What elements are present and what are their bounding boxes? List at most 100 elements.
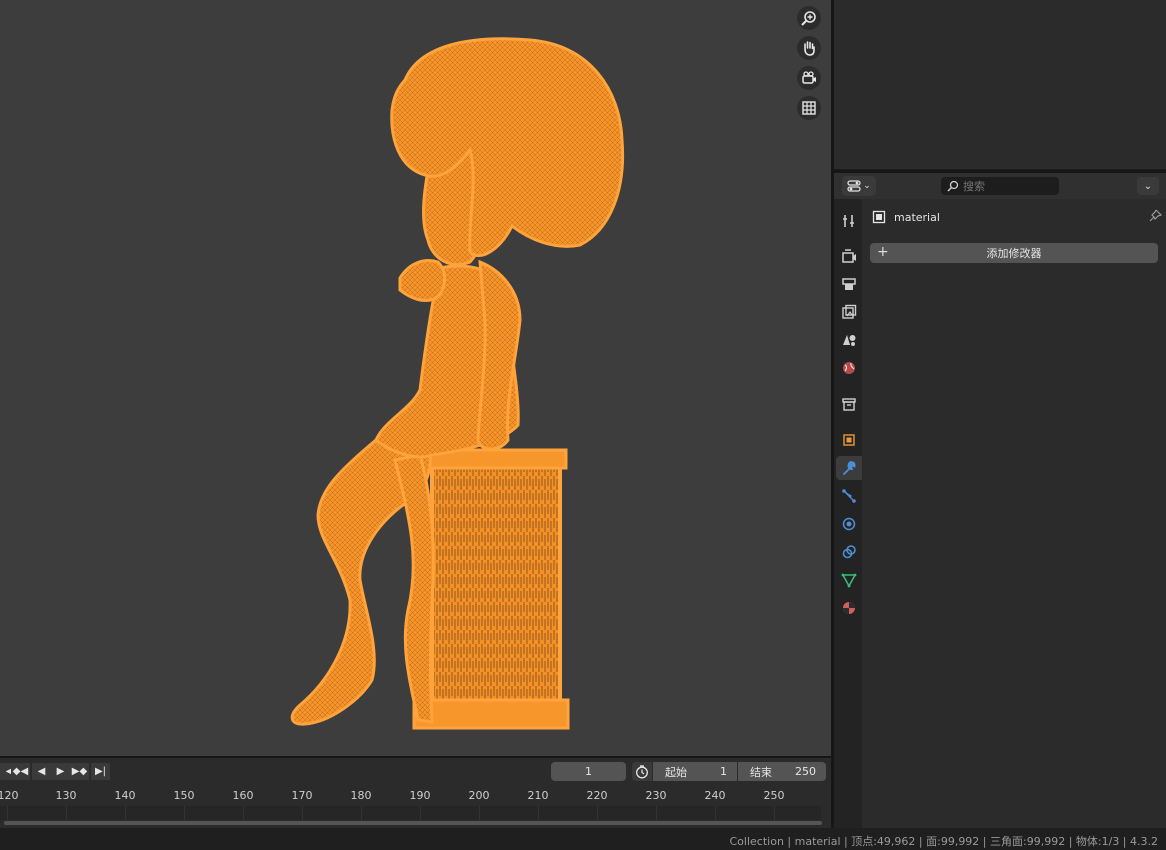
material-icon <box>843 602 855 614</box>
frame-grid-line <box>124 806 126 820</box>
tab-material[interactable] <box>836 596 862 620</box>
tab-render[interactable] <box>836 244 862 268</box>
frame-tick-label: 150 <box>173 789 195 802</box>
pan-hand-icon[interactable] <box>797 36 821 60</box>
zoom-icon[interactable] <box>797 6 821 30</box>
end-frame-label: 结束 <box>750 765 772 779</box>
render-icon <box>842 249 856 263</box>
tab-output[interactable] <box>836 272 862 296</box>
output-icon <box>842 278 856 290</box>
play-button[interactable]: ▶ <box>51 763 70 780</box>
search-icon <box>947 180 959 192</box>
chevron-down-icon: ⌄ <box>863 181 871 191</box>
frame-tick-label: 240 <box>704 789 726 802</box>
chevron-down-icon: ⌄ <box>1143 180 1153 192</box>
timeline-editor: ◀ ◆◀ ◀ ▶ ▶◆ ▶| 1 起始 1 结束 250 120 130 140 15… <box>0 756 831 828</box>
physics-icon <box>842 517 856 531</box>
start-frame-field[interactable]: 起始 1 <box>653 762 737 781</box>
ortho-grid-icon[interactable] <box>797 96 821 120</box>
prev-keyframe-button[interactable]: ◆◀ <box>11 763 30 780</box>
frame-tick-label: 210 <box>527 789 549 802</box>
frame-grid-line <box>596 806 598 820</box>
jump-end-button[interactable]: ▶| <box>91 763 110 780</box>
tab-collection[interactable] <box>836 392 862 416</box>
frame-grid-line <box>183 806 185 820</box>
frame-tick-label: 220 <box>586 789 608 802</box>
mesh-data-icon <box>841 573 857 588</box>
tool-icon <box>843 215 854 227</box>
object-icon <box>872 210 886 224</box>
frame-grid-line <box>6 806 8 820</box>
frame-tick-label: 120 <box>0 789 19 802</box>
properties-header: ⌄ ⌄ <box>834 173 1166 199</box>
frame-grid-line <box>655 806 657 820</box>
tab-view-layer[interactable] <box>836 300 862 324</box>
tab-object[interactable] <box>836 428 862 452</box>
selected-model-wireframe[interactable] <box>0 0 831 756</box>
timeline-header: ◀ ◆◀ ◀ ▶ ▶◆ ▶| 1 起始 1 结束 250 <box>0 758 831 784</box>
play-reverse-button[interactable]: ◀ <box>32 763 51 780</box>
frame-grid-line <box>773 806 775 820</box>
frame-grid-line <box>301 806 303 820</box>
object-icon <box>843 434 855 446</box>
current-frame-field[interactable]: 1 <box>551 762 626 781</box>
frame-tick-label: 230 <box>645 789 667 802</box>
pin-icon[interactable] <box>1148 209 1163 226</box>
object-name-label: material <box>894 210 940 224</box>
frame-tick-label: 130 <box>55 789 77 802</box>
properties-editor-icon <box>847 180 861 192</box>
end-frame-field[interactable]: 结束 250 <box>738 762 826 781</box>
scene-statistics: Collection | material | 顶点:49,962 | 面:99… <box>729 835 1159 848</box>
outliner-area[interactable] <box>834 0 1166 170</box>
frame-tick-label: 140 <box>114 789 136 802</box>
tab-data[interactable] <box>836 568 862 592</box>
tab-tool[interactable] <box>836 209 862 233</box>
add-modifier-button[interactable]: + 添加修改器 <box>870 243 1158 263</box>
particles-icon <box>842 489 856 503</box>
frame-grid-line <box>478 806 480 820</box>
add-modifier-label: 添加修改器 <box>986 247 1042 260</box>
modifier-panel: material + 添加修改器 <box>862 199 1166 828</box>
frame-grid-line <box>537 806 539 820</box>
tab-world[interactable] <box>836 356 862 380</box>
end-frame-value: 250 <box>795 765 816 778</box>
frame-tick-label: 160 <box>232 789 254 802</box>
frame-tick-label: 180 <box>350 789 372 802</box>
properties-editor: ⌄ ⌄ <box>834 173 1166 828</box>
frame-ruler[interactable]: 120 130 140 150 160 170 180 190 200 210 220 230 240 2… <box>0 784 831 806</box>
frame-grid-line <box>65 806 67 820</box>
frame-grid-line <box>360 806 362 820</box>
scene-icon <box>843 335 856 346</box>
clock-icon[interactable] <box>632 762 652 781</box>
world-icon <box>843 362 855 374</box>
frame-grid-line <box>242 806 244 820</box>
object-name-row: material <box>872 207 1160 227</box>
search-input[interactable] <box>941 177 1059 195</box>
frame-tick-label: 170 <box>291 789 313 802</box>
frame-tick-label: 250 <box>763 789 785 802</box>
frame-grid-line <box>714 806 716 820</box>
camera-view-icon[interactable] <box>797 66 821 90</box>
wrench-icon <box>843 461 856 475</box>
plus-icon: + <box>877 244 889 260</box>
frame-tick-label: 200 <box>468 789 490 802</box>
header-menu-dropdown[interactable]: ⌄ <box>1137 177 1159 195</box>
start-frame-label: 起始 <box>665 765 687 779</box>
constraints-icon <box>842 545 856 559</box>
start-frame-value: 1 <box>720 765 727 778</box>
search-text-field[interactable] <box>963 179 1053 193</box>
frame-tick-label: 190 <box>409 789 431 802</box>
tab-constraints[interactable] <box>836 540 862 564</box>
horizontal-scrollbar[interactable] <box>4 821 822 825</box>
next-keyframe-button[interactable]: ▶◆ <box>70 763 89 780</box>
status-bar: Collection | material | 顶点:49,962 | 面:99… <box>0 828 1166 850</box>
editor-type-button[interactable]: ⌄ <box>842 176 876 196</box>
view-layer-icon <box>842 304 857 319</box>
3d-viewport[interactable] <box>0 0 831 756</box>
tab-particles[interactable] <box>836 484 862 508</box>
tab-scene[interactable] <box>836 328 862 352</box>
properties-tabs <box>834 199 862 828</box>
keyframe-track[interactable] <box>0 806 821 820</box>
tab-modifiers[interactable] <box>836 456 862 480</box>
tab-physics[interactable] <box>836 512 862 536</box>
